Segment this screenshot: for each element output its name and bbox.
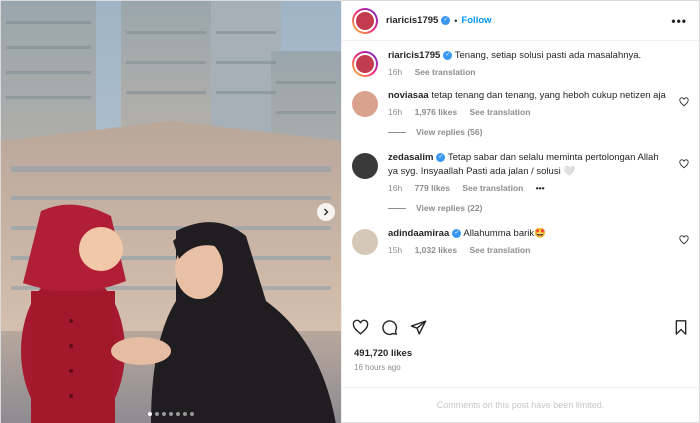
- verified-icon: ✓: [452, 228, 462, 238]
- comment-text-row: adindaamiraa ✓ Allahumma barik🤩: [388, 227, 669, 241]
- carousel-indicator: [1, 412, 341, 416]
- caption-author[interactable]: riaricis1795: [388, 50, 440, 61]
- verified-icon: ✓: [436, 152, 446, 162]
- comment-likes[interactable]: 779 likes: [415, 183, 450, 193]
- heart-icon[interactable]: [352, 319, 369, 336]
- carousel-dot: [169, 412, 173, 416]
- verified-icon: ✓: [443, 50, 453, 60]
- photo-scene: [1, 1, 341, 423]
- carousel-dot: [183, 412, 187, 416]
- separator: •: [454, 15, 458, 26]
- comment-text-row: zedasalim ✓ Tetap sabar dan selalu memint…: [388, 151, 669, 179]
- heart-icon[interactable]: [679, 159, 689, 169]
- view-replies-label: View replies (22): [416, 203, 483, 213]
- comment-meta: 16h 779 likes See translation •••: [388, 183, 669, 193]
- post-header: riaricis1795 ✓ • Follow •••: [342, 1, 699, 41]
- comment-time: 15h: [388, 245, 403, 255]
- commenter-avatar[interactable]: [352, 153, 378, 179]
- see-translation-link[interactable]: See translation: [415, 67, 476, 77]
- verified-icon: ✓: [441, 16, 451, 25]
- comments-list: riaricis1795 ✓ Tenang, setiap solusi past…: [342, 41, 699, 306]
- comment-meta: 16h 1,976 likes See translation: [388, 107, 669, 117]
- comment-item: noviasaa tetap tenang dan tenang, yang h…: [352, 89, 689, 117]
- see-translation-link[interactable]: See translation: [462, 183, 523, 193]
- caption-avatar[interactable]: [352, 51, 378, 77]
- follow-button[interactable]: Follow: [461, 15, 491, 26]
- post-modal: riaricis1795 ✓ • Follow ••• riaricis1795…: [0, 0, 700, 423]
- view-replies-button[interactable]: View replies (56): [388, 127, 689, 137]
- carousel-dot: [190, 412, 194, 416]
- comment-author[interactable]: noviasaa: [388, 90, 429, 101]
- caption-time: 16h: [388, 67, 403, 77]
- heart-icon[interactable]: [679, 97, 689, 107]
- carousel-dot: [162, 412, 166, 416]
- comment-text: tetap tenang dan tenang, yang heboh cuku…: [431, 90, 666, 101]
- comment-author[interactable]: adindaamiraa: [388, 228, 449, 239]
- commenter-avatar[interactable]: [352, 91, 378, 117]
- heart-icon[interactable]: [679, 235, 689, 245]
- chevron-right-icon: [324, 208, 329, 216]
- comments-limited-notice: Comments on this post have been limited.: [342, 387, 699, 422]
- caption: riaricis1795 ✓ Tenang, setiap solusi past…: [352, 49, 689, 77]
- replies-line: [388, 207, 406, 209]
- see-translation-link[interactable]: See translation: [469, 107, 530, 117]
- comment-icon[interactable]: [381, 319, 398, 336]
- action-bar: [352, 315, 689, 339]
- post-time: 16 hours ago: [354, 363, 401, 372]
- comment-time: 16h: [388, 107, 403, 117]
- comment-item: adindaamiraa ✓ Allahumma barik🤩 15h 1,032…: [352, 227, 689, 255]
- replies-line: [388, 131, 406, 133]
- comment-more-button[interactable]: •••: [536, 183, 545, 193]
- view-replies-label: View replies (56): [416, 127, 483, 137]
- comment-likes[interactable]: 1,976 likes: [415, 107, 458, 117]
- post-photo[interactable]: [1, 1, 341, 423]
- view-replies-button[interactable]: View replies (22): [388, 203, 689, 213]
- more-options-button[interactable]: •••: [671, 14, 687, 28]
- caption-text-row: riaricis1795 ✓ Tenang, setiap solusi past…: [388, 49, 669, 63]
- caption-meta: 16h See translation: [388, 67, 669, 77]
- comment-meta: 15h 1,032 likes See translation: [388, 245, 669, 255]
- share-icon[interactable]: [410, 319, 427, 336]
- author-avatar[interactable]: [352, 7, 378, 34]
- comment-likes[interactable]: 1,032 likes: [415, 245, 458, 255]
- author-username[interactable]: riaricis1795: [386, 15, 438, 26]
- carousel-dot: [176, 412, 180, 416]
- comment-time: 16h: [388, 183, 403, 193]
- bookmark-icon[interactable]: [673, 319, 689, 336]
- comment-item: zedasalim ✓ Tetap sabar dan selalu memint…: [352, 151, 689, 193]
- carousel-dot: [148, 412, 152, 416]
- comment-text-row: noviasaa tetap tenang dan tenang, yang h…: [388, 89, 669, 103]
- carousel-dot: [155, 412, 159, 416]
- commenter-avatar[interactable]: [352, 229, 378, 255]
- comment-text: Allahumma barik🤩: [463, 228, 546, 239]
- post-sidebar: riaricis1795 ✓ • Follow ••• riaricis1795…: [341, 1, 699, 422]
- see-translation-link[interactable]: See translation: [469, 245, 530, 255]
- post-likes[interactable]: 491,720 likes: [354, 348, 412, 359]
- next-photo-button[interactable]: [317, 203, 335, 221]
- comment-author[interactable]: zedasalim: [388, 152, 433, 163]
- caption-text: Tenang, setiap solusi pasti ada masalahn…: [454, 50, 642, 61]
